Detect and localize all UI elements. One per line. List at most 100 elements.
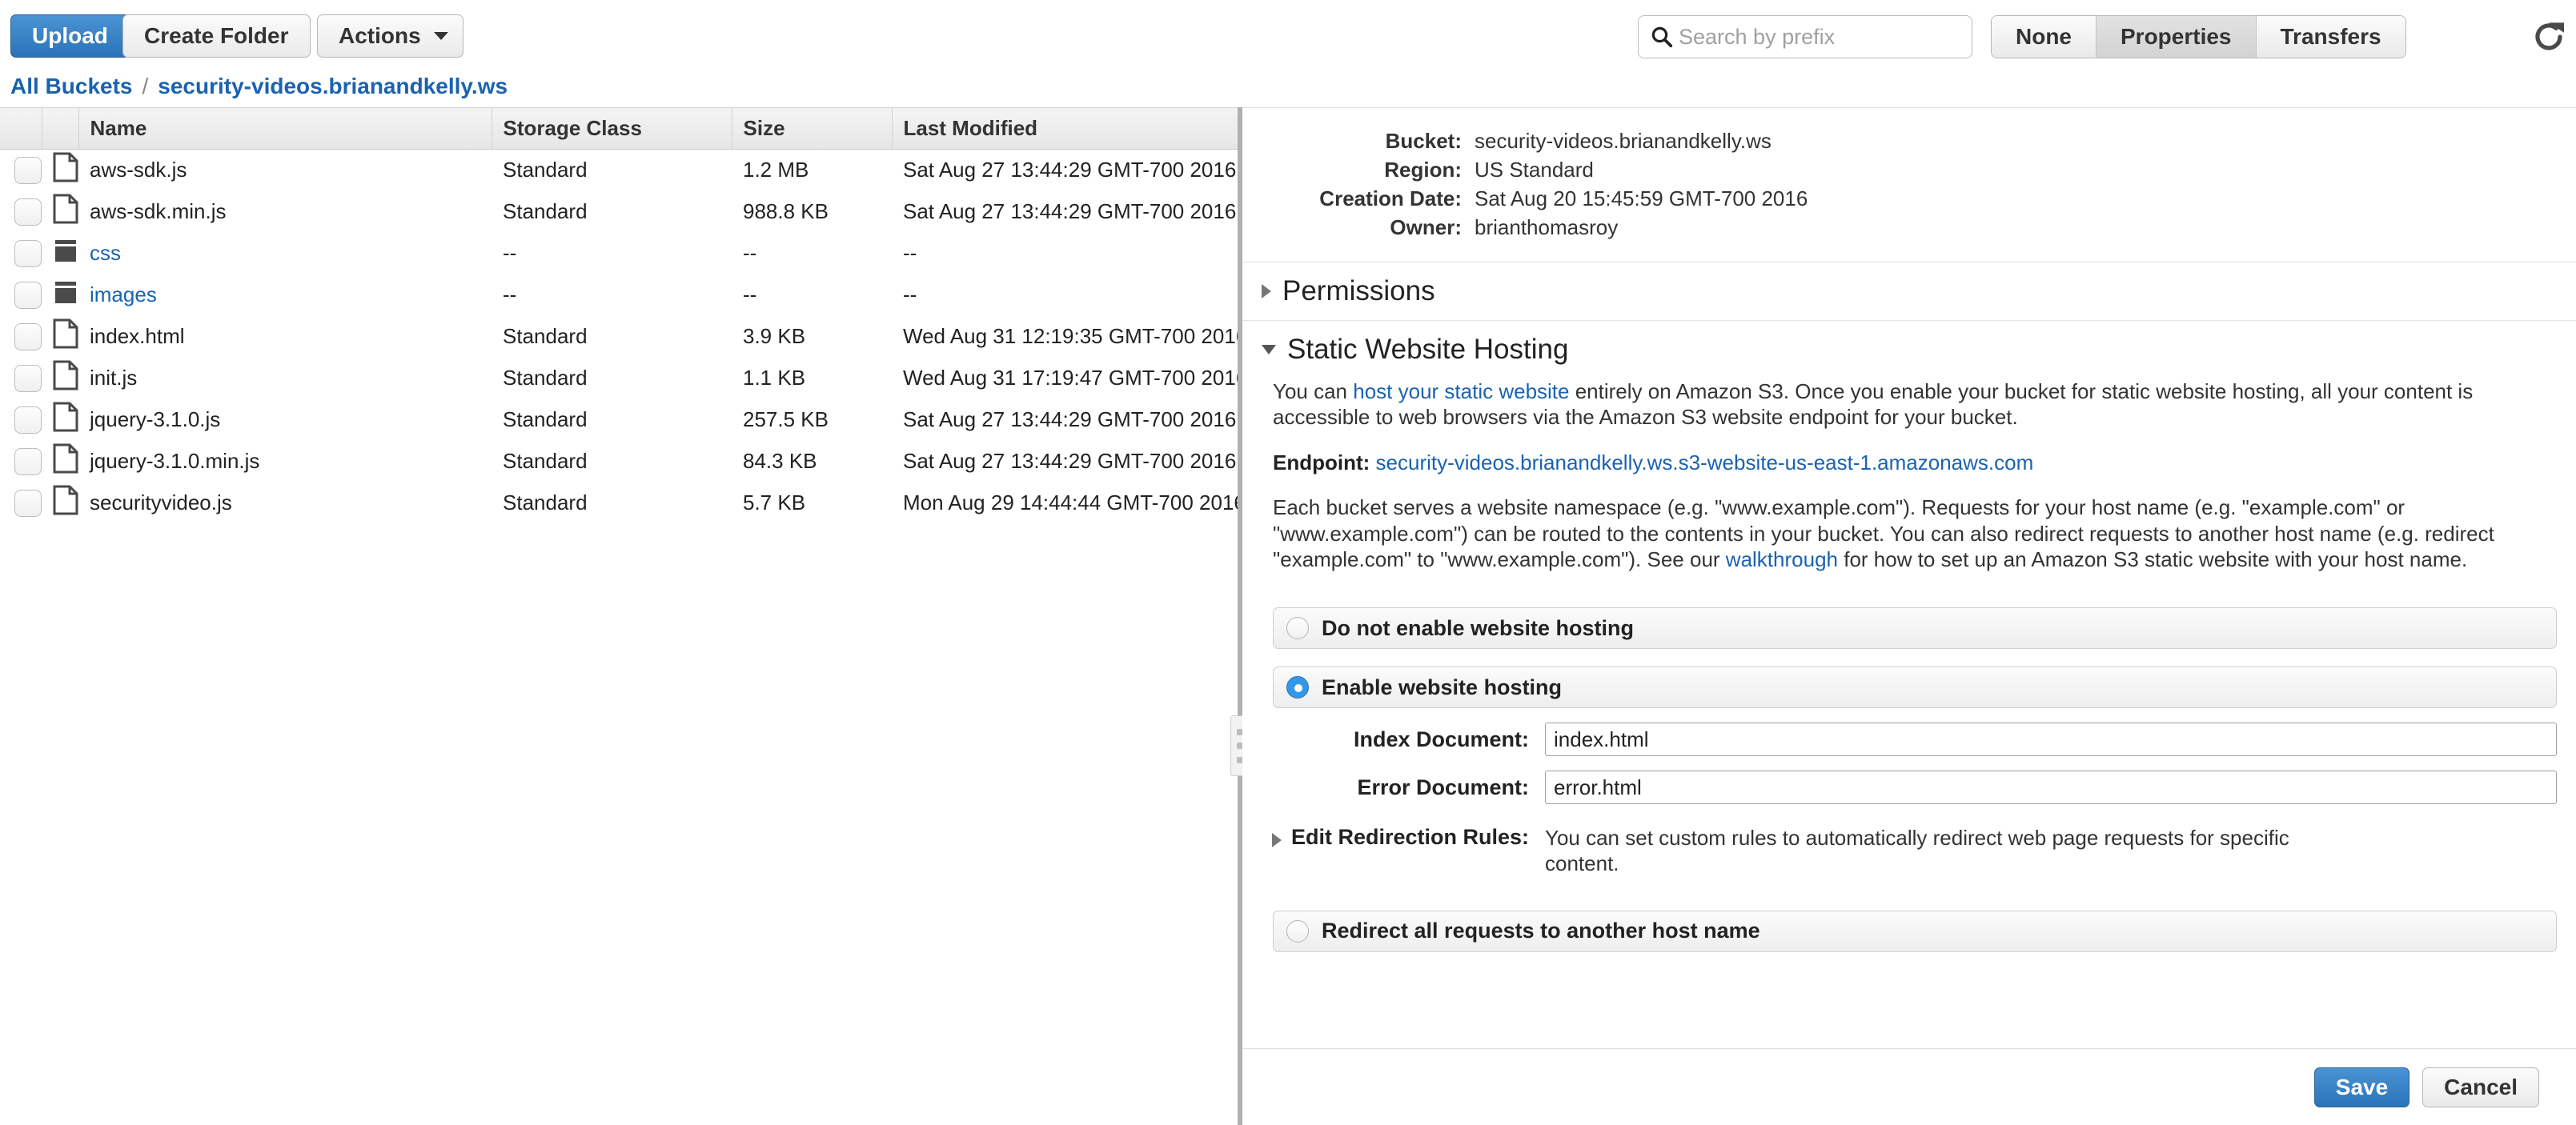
table-row[interactable]: jquery-3.1.0.min.js Standard 84.3 KB Sat Au… xyxy=(0,441,1238,482)
cell-storage-class: Standard xyxy=(503,407,588,431)
row-checkbox-cell[interactable] xyxy=(0,358,42,399)
cancel-button[interactable]: Cancel xyxy=(2422,1067,2539,1107)
row-checkbox[interactable] xyxy=(14,281,42,309)
tab-properties[interactable]: Properties xyxy=(2097,16,2257,58)
section-static-website-hosting[interactable]: Static Website Hosting xyxy=(1242,321,2576,378)
tab-transfers[interactable]: Transfers xyxy=(2256,16,2405,58)
endpoint-link[interactable]: security-videos.brianandkelly.ws.s3-webs… xyxy=(1376,450,2034,474)
column-header-storage-class[interactable]: Storage Class xyxy=(492,107,732,150)
breadcrumb-all-buckets[interactable]: All Buckets xyxy=(10,74,133,99)
row-checkbox-cell[interactable] xyxy=(0,274,42,316)
row-checkbox-cell[interactable] xyxy=(0,316,42,358)
cell-size: 257.5 KB xyxy=(743,407,829,431)
file-icon xyxy=(42,399,78,441)
cell-name: aws-sdk.min.js xyxy=(90,199,227,223)
section-permissions[interactable]: Permissions xyxy=(1242,262,2576,320)
row-checkbox[interactable] xyxy=(14,406,42,434)
actions-dropdown-button[interactable]: Actions xyxy=(317,14,463,58)
section-website-hosting-label: Static Website Hosting xyxy=(1287,334,1569,365)
row-checkbox-cell[interactable] xyxy=(0,233,42,274)
cell-last-modified: Wed Aug 31 12:19:35 GMT-700 2016 xyxy=(903,324,1238,348)
bucket-info-row-bucket: Bucket: security-videos.brianandkelly.ws xyxy=(1282,129,2576,154)
cell-name[interactable]: images xyxy=(78,274,492,316)
option-redirect-all-requests[interactable]: Redirect all requests to another host na… xyxy=(1273,910,2557,952)
save-button[interactable]: Save xyxy=(2313,1067,2410,1107)
select-all-header[interactable] xyxy=(0,107,42,150)
table-row[interactable]: css -- -- -- xyxy=(0,233,1238,274)
save-button-label: Save xyxy=(2335,1074,2389,1099)
cell-last-modified: Mon Aug 29 14:44:44 GMT-700 2016 xyxy=(903,490,1238,514)
row-checkbox[interactable] xyxy=(14,156,42,184)
properties-panel: Bucket: security-videos.brianandkelly.ws… xyxy=(1242,107,2576,1125)
table-row[interactable]: init.js Standard 1.1 KB Wed Aug 31 17:19:47… xyxy=(0,358,1238,399)
row-checkbox-cell[interactable] xyxy=(0,482,42,524)
edit-redirection-rules-text: You can set custom rules to automaticall… xyxy=(1545,826,2289,876)
table-row[interactable]: images -- -- -- xyxy=(0,274,1238,316)
cell-name: securityvideo.js xyxy=(90,490,232,514)
row-checkbox-cell[interactable] xyxy=(0,441,42,482)
upload-button-label: Upload xyxy=(32,23,108,48)
folder-link[interactable]: images xyxy=(90,282,157,306)
cell-name: aws-sdk.js xyxy=(90,158,187,182)
table-row[interactable]: aws-sdk.js Standard 1.2 MB Sat Aug 27 13:44… xyxy=(0,150,1238,191)
tab-none[interactable]: None xyxy=(1992,16,2097,58)
row-checkbox-cell[interactable] xyxy=(0,150,42,191)
row-checkbox-cell[interactable] xyxy=(0,191,42,233)
cell-name: jquery-3.1.0.js xyxy=(90,407,221,431)
table-row[interactable]: jquery-3.1.0.js Standard 257.5 KB Sat Aug 2… xyxy=(0,399,1238,441)
namespace-text-post: for how to set up an Amazon S3 static we… xyxy=(1838,546,2468,571)
row-checkbox[interactable] xyxy=(14,489,42,517)
folder-icon xyxy=(42,233,78,274)
breadcrumb-current-bucket[interactable]: security-videos.brianandkelly.ws xyxy=(158,74,508,99)
index-document-row: Index Document: xyxy=(1273,723,2557,757)
column-header-size[interactable]: Size xyxy=(732,107,893,150)
refresh-icon[interactable] xyxy=(2530,18,2568,56)
file-icon xyxy=(42,150,78,191)
file-icon xyxy=(42,191,78,233)
column-header-name[interactable]: Name xyxy=(78,107,492,150)
chevron-down-icon xyxy=(433,32,448,40)
cell-storage-class: Standard xyxy=(503,490,588,514)
edit-redirection-rules-label: Edit Redirection Rules: xyxy=(1290,825,1529,850)
bucket-info: Bucket: security-videos.brianandkelly.ws… xyxy=(1282,129,2576,240)
bucket-info-row-owner: Owner: brianthomasroy xyxy=(1282,215,2576,240)
table-row[interactable]: securityvideo.js Standard 5.7 KB Mon Aug 29… xyxy=(0,482,1238,524)
error-document-input[interactable] xyxy=(1545,771,2557,805)
row-checkbox[interactable] xyxy=(14,364,42,392)
radio-enable-hosting[interactable] xyxy=(1286,676,1309,699)
table-row[interactable]: index.html Standard 3.9 KB Wed Aug 31 12:19… xyxy=(0,316,1238,358)
search-box[interactable] xyxy=(1638,15,1972,58)
option-enable-hosting[interactable]: Enable website hosting xyxy=(1273,667,2557,709)
tab-transfers-label: Transfers xyxy=(2280,24,2381,49)
radio-do-not-enable-hosting[interactable] xyxy=(1286,617,1309,640)
create-folder-button[interactable]: Create Folder xyxy=(122,14,311,58)
cell-name[interactable]: css xyxy=(78,233,492,274)
cell-last-modified: Wed Aug 31 17:19:47 GMT-700 2016 xyxy=(903,366,1238,390)
host-your-static-website-link[interactable]: host your static website xyxy=(1353,379,1569,403)
search-input[interactable] xyxy=(1679,21,1951,53)
cell-size: 1.2 MB xyxy=(743,158,809,182)
folder-link[interactable]: css xyxy=(90,241,121,265)
walkthrough-link[interactable]: walkthrough xyxy=(1726,547,1838,571)
column-header-last-modified[interactable]: Last Modified xyxy=(892,107,1238,150)
panel-top-rule xyxy=(1242,107,2576,108)
chevron-down-icon xyxy=(1262,345,1276,354)
row-checkbox-cell[interactable] xyxy=(0,399,42,441)
region-value: US Standard xyxy=(1475,158,1594,182)
top-toolbar: Upload Create Folder Actions None Proper… xyxy=(0,0,2576,67)
index-document-label: Index Document: xyxy=(1353,727,1529,751)
row-checkbox[interactable] xyxy=(14,447,42,475)
row-checkbox[interactable] xyxy=(14,198,42,226)
upload-button[interactable]: Upload xyxy=(10,14,130,58)
cell-storage-class: -- xyxy=(503,241,517,265)
row-checkbox[interactable] xyxy=(14,322,42,350)
edit-redirection-rules-row[interactable]: Edit Redirection Rules: You can set cust… xyxy=(1271,825,2557,876)
index-document-input[interactable] xyxy=(1545,723,2557,757)
row-checkbox[interactable] xyxy=(14,239,42,267)
cell-last-modified: Sat Aug 27 13:44:29 GMT-700 2016 xyxy=(903,199,1237,223)
create-folder-button-label: Create Folder xyxy=(144,23,289,48)
radio-redirect-all-requests[interactable] xyxy=(1286,919,1309,943)
table-row[interactable]: aws-sdk.min.js Standard 988.8 KB Sat Aug 27… xyxy=(0,191,1238,233)
cell-storage-class: -- xyxy=(503,282,517,306)
option-do-not-enable-hosting[interactable]: Do not enable website hosting xyxy=(1273,607,2557,650)
